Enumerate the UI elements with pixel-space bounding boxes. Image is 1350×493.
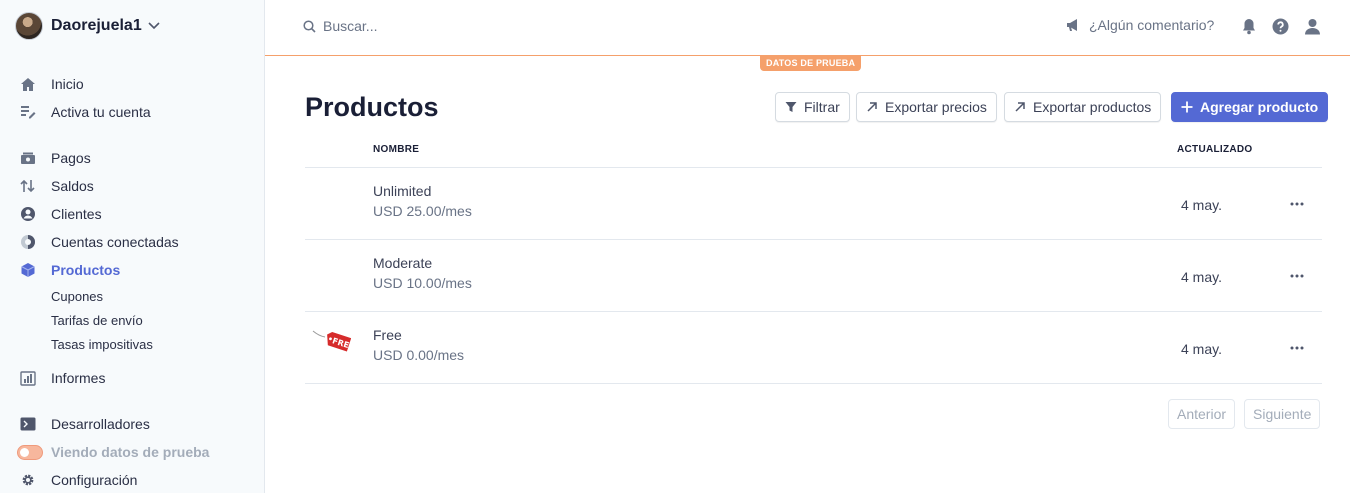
free-tag-image: FREE — [312, 330, 351, 352]
sidebar-item-balances[interactable]: Saldos — [19, 175, 94, 197]
sidebar-item-payments[interactable]: Pagos — [19, 147, 91, 169]
sidebar-item-label: Inicio — [51, 76, 84, 92]
more-actions-icon[interactable] — [1287, 195, 1307, 213]
search-input[interactable] — [323, 18, 623, 34]
product-price: USD 25.00/mes — [373, 203, 472, 219]
sidebar-item-activate[interactable]: Activa tu cuenta — [19, 101, 151, 123]
gear-icon — [19, 471, 37, 489]
export-prices-label: Exportar precios — [885, 99, 987, 115]
column-header-name[interactable]: NOMBRE — [373, 144, 419, 155]
arrow-up-right-icon — [867, 102, 877, 112]
page-title: Productos — [305, 92, 439, 122]
export-products-button[interactable]: Exportar productos — [1004, 92, 1162, 122]
connect-icon — [19, 233, 37, 251]
account-name: Daorejuela1 — [51, 17, 142, 34]
more-actions-icon[interactable] — [1287, 339, 1307, 357]
sidebar-subitem-coupons[interactable]: Cupones — [51, 289, 103, 304]
sidebar-subitem-shipping[interactable]: Tarifas de envío — [51, 313, 143, 328]
product-price: USD 10.00/mes — [373, 275, 472, 291]
table-bottom-border — [305, 383, 1322, 384]
sidebar-item-settings[interactable]: Configuración — [19, 469, 137, 491]
sidebar-item-reports[interactable]: Informes — [19, 367, 105, 389]
help-icon[interactable] — [1272, 18, 1289, 35]
filter-label: Filtrar — [804, 99, 840, 115]
sidebar-item-label: Cuentas conectadas — [51, 234, 179, 250]
table-row[interactable]: FREE Free USD 0.00/mes 4 may. — [305, 311, 1322, 383]
product-name: Free — [373, 327, 402, 343]
terminal-icon — [19, 415, 37, 433]
more-actions-icon[interactable] — [1287, 267, 1307, 285]
test-data-badge: DATOS DE PRUEBA — [760, 56, 862, 71]
product-price: USD 0.00/mes — [373, 347, 465, 363]
bell-icon[interactable] — [1242, 18, 1256, 35]
updated-date: 4 may. — [1181, 197, 1222, 213]
sidebar-item-label: Saldos — [51, 178, 94, 194]
sidebar-item-products[interactable]: Productos — [19, 259, 120, 281]
table-row[interactable]: Unlimited USD 25.00/mes 4 may. — [305, 167, 1322, 239]
export-prices-button[interactable]: Exportar precios — [856, 92, 997, 122]
customer-icon — [19, 205, 37, 223]
add-product-label: Agregar producto — [1200, 99, 1319, 115]
pagination-next-button[interactable]: Siguiente — [1244, 399, 1321, 429]
test-data-label: Viendo datos de prueba — [51, 444, 210, 460]
test-data-toggle[interactable]: Viendo datos de prueba — [17, 441, 209, 463]
sidebar-subitem-taxes[interactable]: Tasas impositivas — [51, 337, 153, 352]
updated-date: 4 may. — [1181, 341, 1222, 357]
add-product-button[interactable]: Agregar producto — [1171, 92, 1329, 122]
search-bar[interactable] — [303, 18, 623, 34]
filter-button[interactable]: Filtrar — [775, 92, 850, 122]
account-switcher[interactable]: Daorejuela1 — [15, 12, 160, 40]
sidebar-item-connected[interactable]: Cuentas conectadas — [19, 231, 179, 253]
avatar — [15, 12, 43, 40]
search-icon — [303, 19, 316, 33]
sidebar-item-home[interactable]: Inicio — [19, 73, 84, 95]
sidebar-item-label: Pagos — [51, 150, 91, 166]
feedback-button[interactable]: ¿Algún comentario? — [1065, 17, 1214, 33]
checklist-edit-icon — [19, 103, 37, 121]
plus-icon — [1181, 101, 1193, 113]
export-products-label: Exportar productos — [1033, 99, 1152, 115]
filter-icon — [785, 102, 797, 112]
updated-date: 4 may. — [1181, 269, 1222, 285]
feedback-label: ¿Algún comentario? — [1089, 17, 1215, 33]
product-name: Moderate — [373, 255, 433, 271]
payments-icon — [19, 149, 37, 167]
sidebar-item-label: Configuración — [51, 472, 138, 488]
table-row[interactable]: Moderate USD 10.00/mes 4 may. — [305, 239, 1322, 311]
arrow-up-right-icon — [1015, 102, 1025, 112]
reports-chart-icon — [19, 369, 37, 387]
sidebar-item-customers[interactable]: Clientes — [19, 203, 102, 225]
sidebar-item-label: Desarrolladores — [51, 416, 150, 432]
sidebar-item-developers[interactable]: Desarrolladores — [19, 413, 150, 435]
pagination-prev-button[interactable]: Anterior — [1168, 399, 1236, 429]
sidebar-item-label: Activa tu cuenta — [51, 104, 151, 120]
megaphone-icon — [1067, 19, 1077, 31]
sidebar-item-label: Informes — [51, 370, 106, 386]
product-box-icon — [19, 261, 37, 279]
sidebar-item-label: Productos — [51, 262, 121, 278]
transfer-arrows-icon — [19, 177, 37, 195]
chevron-down-icon — [148, 22, 160, 30]
sidebar-item-label: Clientes — [51, 206, 102, 222]
column-header-updated[interactable]: ACTUALIZADO — [1177, 144, 1253, 155]
toggle-switch[interactable] — [17, 444, 43, 460]
topbar: ¿Algún comentario? DATOS DE PRUEBA — [265, 0, 1350, 71]
home-icon — [19, 75, 37, 93]
product-name: Unlimited — [373, 183, 432, 199]
sidebar: Daorejuela1 Inicio Activa tu cuenta Pago… — [0, 0, 265, 493]
user-icon[interactable] — [1304, 18, 1321, 35]
